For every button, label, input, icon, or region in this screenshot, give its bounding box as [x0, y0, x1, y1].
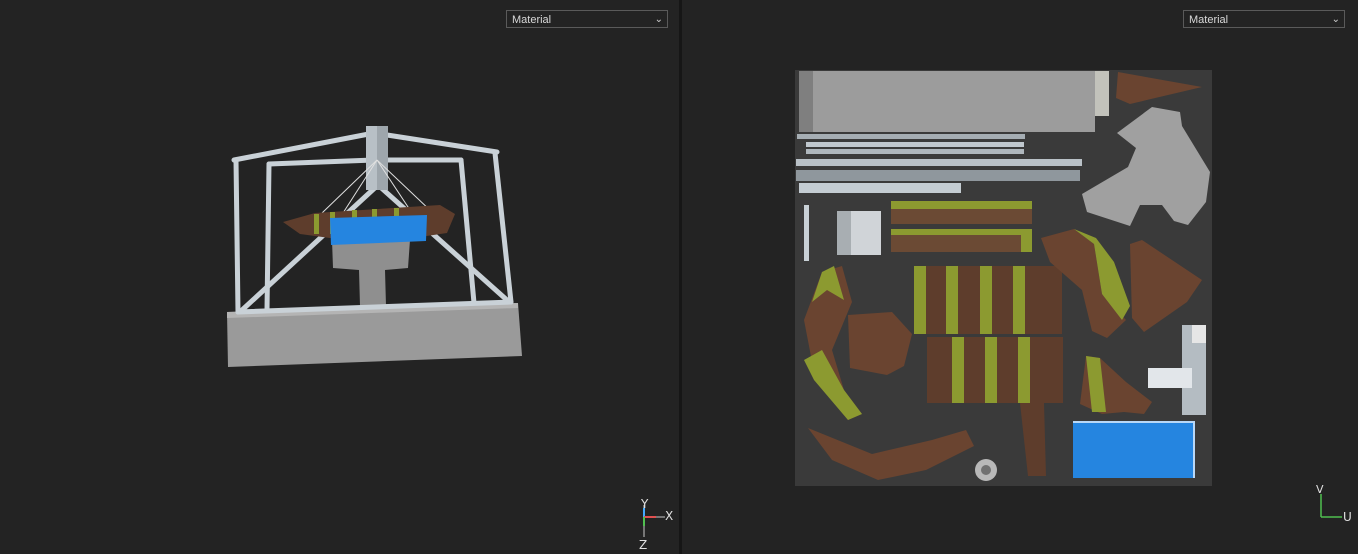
uv-axis-gizmo-icon [1320, 494, 1342, 518]
water-tank [330, 215, 427, 245]
uv-editor[interactable]: Material ⌄ V U [682, 0, 1358, 554]
uv-axis-u-label: U [1343, 510, 1352, 524]
uv-texture-atlas[interactable] [682, 0, 1358, 554]
viewport-3d[interactable]: Material ⌄ Y X Z [0, 0, 679, 554]
axis-z-label: Z [639, 538, 648, 552]
uv-axis-v-label: V [1316, 483, 1324, 496]
pedestal [332, 240, 410, 306]
axis-x-label: X [665, 509, 674, 523]
uv-island-water [1073, 421, 1195, 478]
uv-island-concrete [799, 71, 1095, 132]
model-render[interactable] [0, 0, 679, 554]
axis-y-label: Y [641, 497, 649, 511]
